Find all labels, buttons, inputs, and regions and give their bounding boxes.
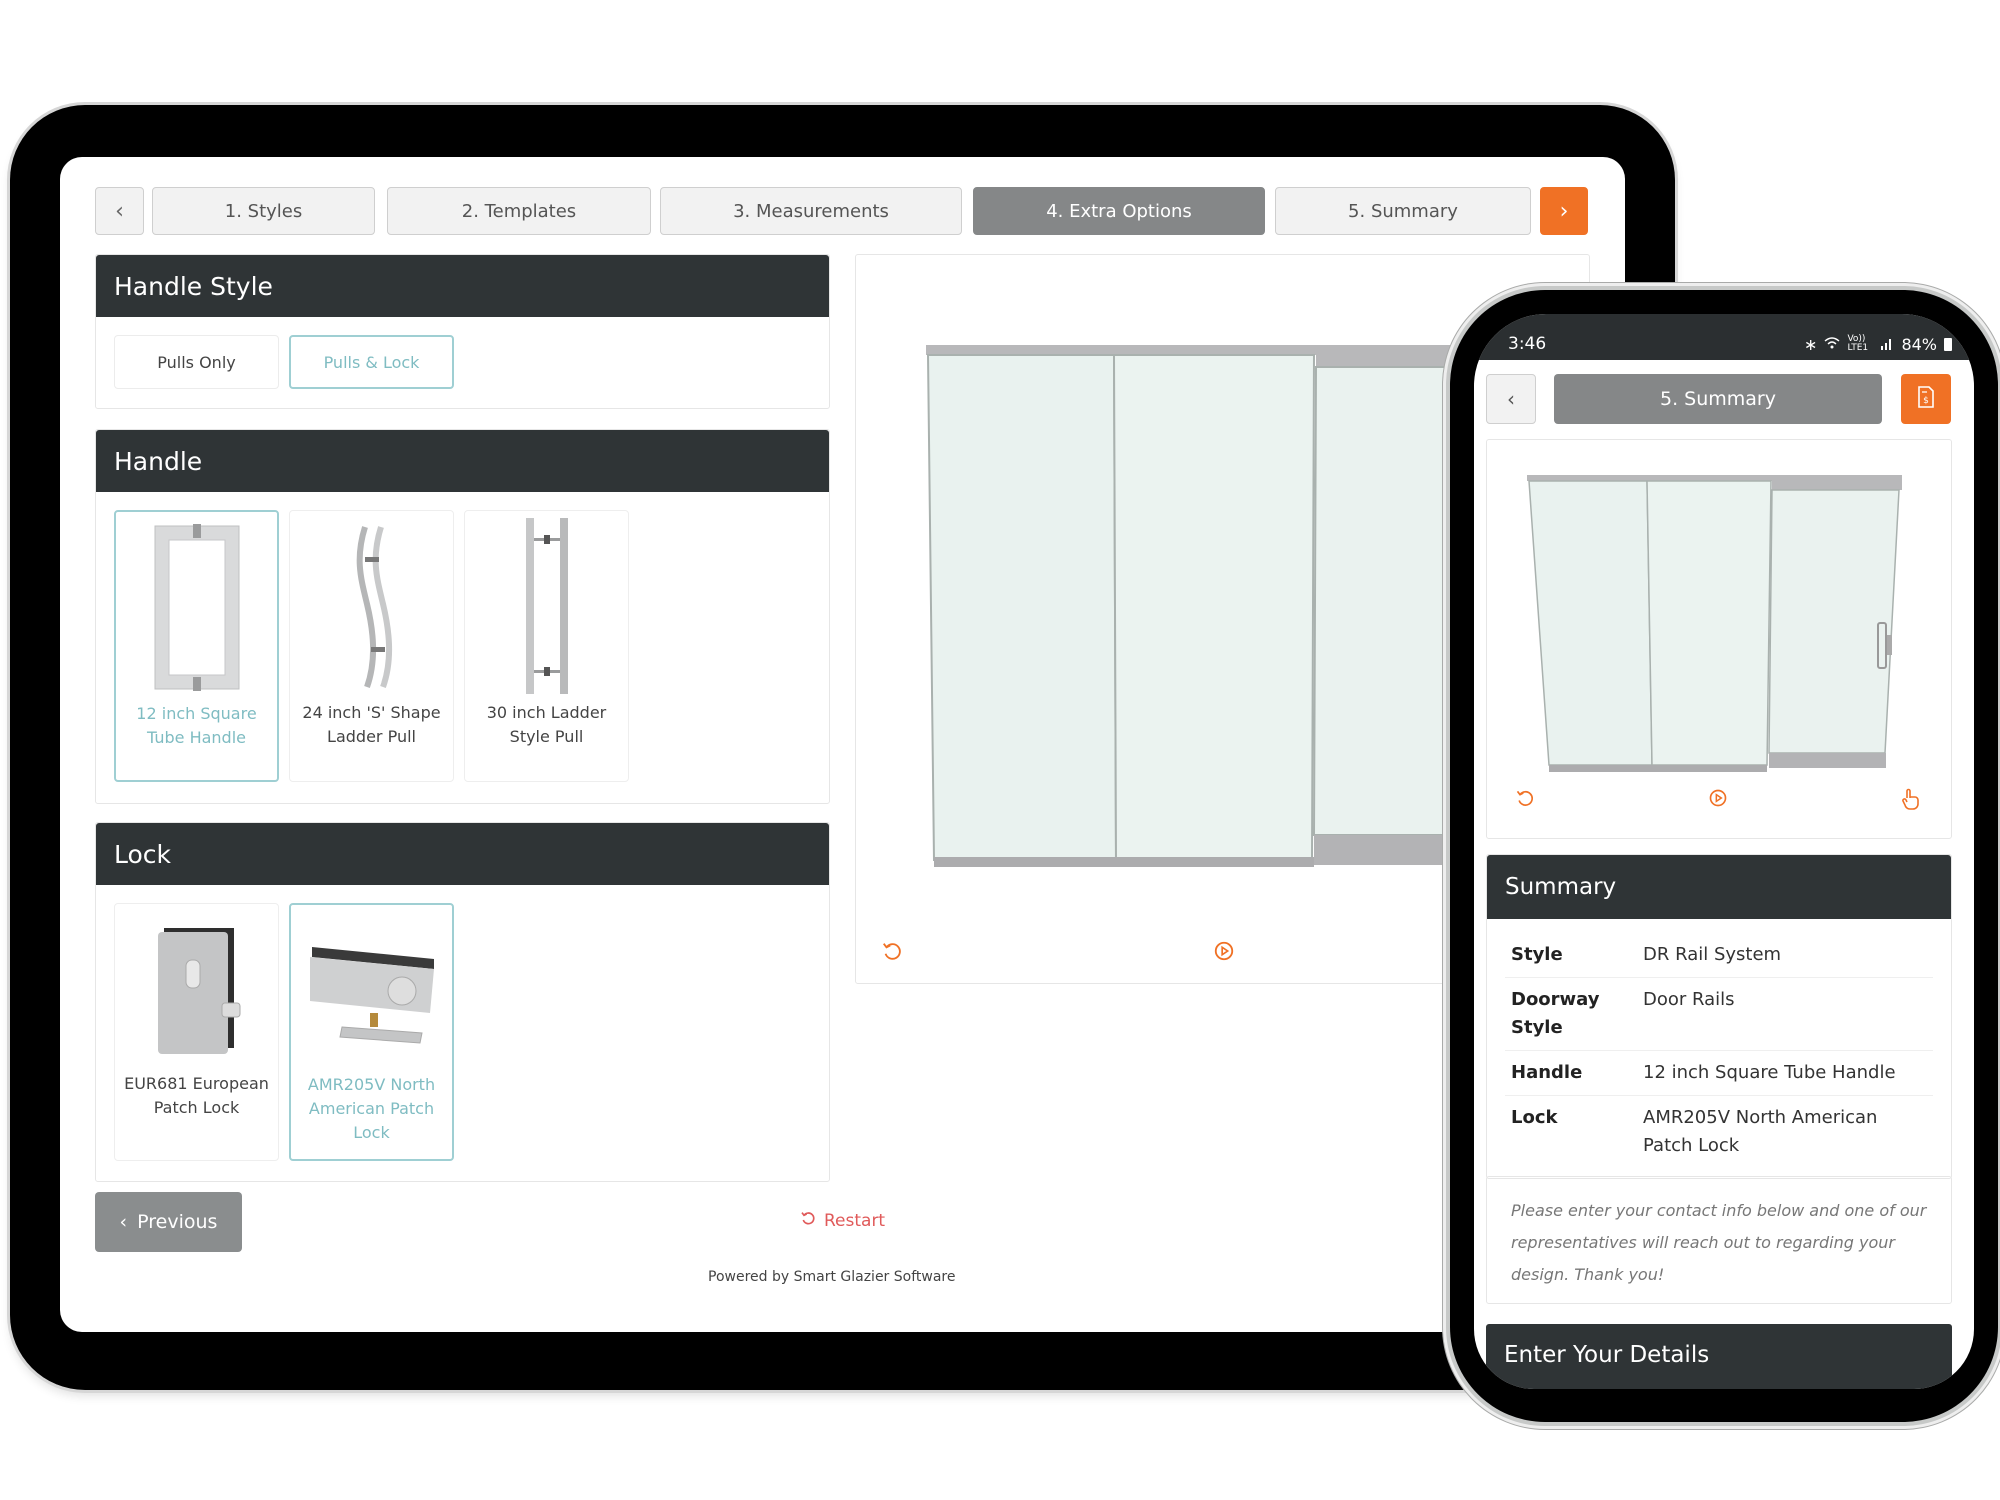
tablet-screen: ‹ 1. Styles 2. Templates 3. Measurements… bbox=[60, 157, 1625, 1332]
lock-panel: Lock EUR681 European Patch Lock AMR205V … bbox=[95, 822, 830, 1182]
step-extra-options[interactable]: 4. Extra Options bbox=[973, 187, 1265, 235]
signal-icon bbox=[1880, 335, 1894, 354]
hand-pointer-icon[interactable] bbox=[1900, 788, 1924, 812]
eur681-lock-image bbox=[122, 904, 272, 1072]
step-navigation: ‹ 1. Styles 2. Templates 3. Measurements… bbox=[95, 187, 1590, 235]
square-tube-handle-image bbox=[122, 512, 272, 702]
battery-percent: 84% bbox=[1901, 334, 1937, 354]
handle-panel: Handle 12 inch Square Tube Handle 24 inc… bbox=[95, 429, 830, 804]
wifi-icon bbox=[1824, 335, 1840, 354]
phone-screen: 3:46 ∗ Vo)) LTE1 84% ‹ 5. Summary $ Summ… bbox=[1474, 314, 1974, 1389]
previous-button[interactable]: ‹ Previous bbox=[95, 1192, 242, 1252]
summary-row: Handle 12 inch Square Tube Handle bbox=[1505, 1051, 1933, 1096]
pulls-and-lock-button[interactable]: Pulls & Lock bbox=[289, 335, 454, 389]
enter-details-title: Enter Your Details bbox=[1486, 1324, 1952, 1389]
step-styles[interactable]: 1. Styles bbox=[152, 187, 375, 235]
restart-button[interactable]: Restart bbox=[800, 1210, 885, 1231]
summary-row: Style DR Rail System bbox=[1505, 933, 1933, 978]
chevron-left-icon: ‹ bbox=[115, 198, 124, 224]
powered-by-text: Powered by Smart Glazier Software bbox=[708, 1269, 956, 1285]
pulls-only-button[interactable]: Pulls Only bbox=[114, 335, 279, 389]
summary-row: Doorway Style Door Rails bbox=[1505, 978, 1933, 1051]
summary-title: Summary bbox=[1487, 855, 1951, 919]
lock-title: Lock bbox=[96, 823, 829, 885]
bluetooth-icon: ∗ bbox=[1804, 334, 1818, 354]
battery-icon bbox=[1944, 337, 1952, 351]
invoice-dollar-icon: $ bbox=[1917, 386, 1935, 412]
handle-style-panel: Handle Style Pulls Only Pulls & Lock bbox=[95, 254, 830, 409]
ladder-handle-image bbox=[472, 511, 622, 701]
status-bar: 3:46 ∗ Vo)) LTE1 84% bbox=[1474, 314, 1974, 360]
play-icon[interactable] bbox=[1213, 940, 1237, 964]
step-prev-button[interactable]: ‹ bbox=[95, 187, 144, 235]
handle-style-title: Handle Style bbox=[96, 255, 829, 317]
step-summary[interactable]: 5. Summary bbox=[1275, 187, 1531, 235]
phone-device: 3:46 ∗ Vo)) LTE1 84% ‹ 5. Summary $ Summ… bbox=[1450, 290, 1998, 1422]
amr205v-lock-image bbox=[297, 905, 447, 1073]
handle-option-square-tube[interactable]: 12 inch Square Tube Handle bbox=[114, 510, 279, 782]
phone-door-preview-panel bbox=[1486, 439, 1952, 839]
step-templates[interactable]: 2. Templates bbox=[387, 187, 651, 235]
rotate-icon[interactable] bbox=[881, 940, 905, 964]
chevron-left-icon: ‹ bbox=[119, 1211, 128, 1233]
handle-title: Handle bbox=[96, 430, 829, 492]
play-icon[interactable] bbox=[1708, 788, 1732, 812]
phone-step-navigation: ‹ 5. Summary $ bbox=[1474, 374, 1974, 426]
status-time: 3:46 bbox=[1508, 334, 1547, 354]
summary-row: Lock AMR205V North American Patch Lock bbox=[1511, 1107, 1878, 1156]
s-shape-handle-image bbox=[297, 511, 447, 701]
phone-quote-button[interactable]: $ bbox=[1901, 374, 1951, 424]
step-measurements[interactable]: 3. Measurements bbox=[660, 187, 962, 235]
contact-note: Please enter your contact info below and… bbox=[1486, 1176, 1952, 1304]
handle-option-ladder[interactable]: 30 inch Ladder Style Pull bbox=[464, 510, 629, 782]
chevron-right-icon: › bbox=[1559, 198, 1569, 224]
chevron-left-icon: ‹ bbox=[1507, 387, 1515, 411]
rotate-icon[interactable] bbox=[1515, 788, 1539, 812]
phone-prev-button[interactable]: ‹ bbox=[1486, 374, 1536, 424]
summary-table: Style DR Rail System Doorway Style Door … bbox=[1487, 919, 1951, 1178]
summary-panel: Summary Style DR Rail System Doorway Sty… bbox=[1486, 854, 1952, 1179]
lock-option-eur681[interactable]: EUR681 European Patch Lock bbox=[114, 903, 279, 1161]
restart-icon bbox=[800, 1210, 816, 1231]
lock-option-amr205v[interactable]: AMR205V North American Patch Lock bbox=[289, 903, 454, 1161]
phone-step-title[interactable]: 5. Summary bbox=[1554, 374, 1882, 424]
phone-door-3d-preview bbox=[1527, 475, 1902, 772]
step-next-button[interactable]: › bbox=[1540, 187, 1588, 235]
handle-option-s-shape[interactable]: 24 inch 'S' Shape Ladder Pull bbox=[289, 510, 454, 782]
tablet-device: ‹ 1. Styles 2. Templates 3. Measurements… bbox=[10, 105, 1675, 1390]
network-label: Vo)) LTE1 bbox=[1847, 334, 1869, 353]
svg-text:$: $ bbox=[1923, 396, 1929, 406]
